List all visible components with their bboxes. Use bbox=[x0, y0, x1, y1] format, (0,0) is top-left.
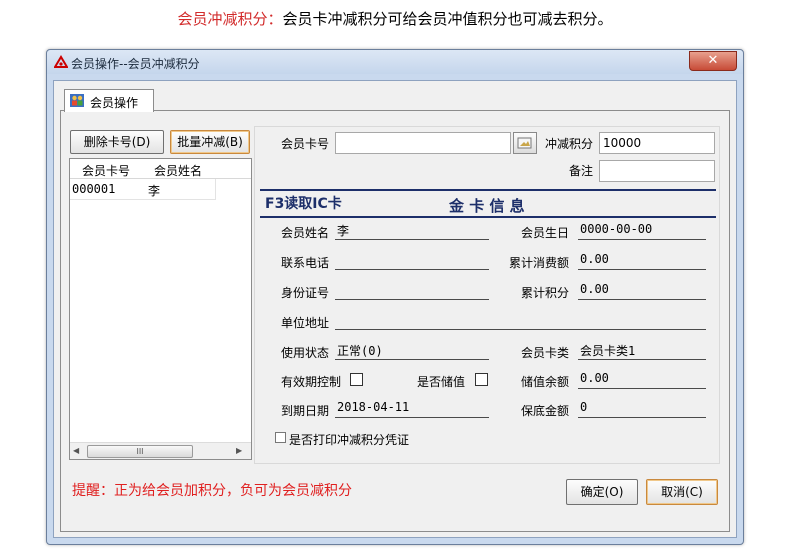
address-value bbox=[335, 312, 706, 330]
window-client-area: 会员操作 删除卡号(D) 批量冲减(B) 会员卡号 会员姓名 000001 李 … bbox=[53, 80, 737, 538]
birthday-label: 会员生日 bbox=[521, 226, 570, 240]
divider-top bbox=[260, 189, 716, 191]
divider-bottom bbox=[260, 216, 716, 218]
birthday-value: 0000-00-00 bbox=[578, 222, 706, 240]
total-spend-label: 累计消费额 bbox=[509, 256, 570, 270]
title-bar[interactable]: 会员操作--会员冲减积分 ✕ bbox=[47, 50, 743, 74]
table-row[interactable]: 000001 李 bbox=[70, 179, 216, 200]
expiry-date-label: 到期日期 bbox=[281, 404, 330, 418]
member-name-value: 李 bbox=[335, 222, 489, 240]
scroll-thumb[interactable]: III bbox=[87, 445, 193, 458]
status-label: 使用状态 bbox=[281, 346, 330, 360]
validity-control-checkbox[interactable] bbox=[350, 373, 363, 386]
member-name-label: 会员姓名 bbox=[281, 226, 330, 240]
phone-value bbox=[335, 252, 489, 270]
remark-label: 备注 bbox=[569, 164, 594, 178]
deduct-points-label: 冲减积分 bbox=[545, 137, 594, 151]
member-dialog-window: 会员操作--会员冲减积分 ✕ 会员操作 删除卡号(D) 批量冲减(B) 会员卡号… bbox=[46, 49, 744, 545]
address-label: 单位地址 bbox=[281, 316, 330, 330]
tab-panel: 删除卡号(D) 批量冲减(B) 会员卡号 会员姓名 000001 李 ◀ III… bbox=[60, 110, 730, 532]
page-caption: 会员冲减积分：会员卡冲减积分可给会员冲值积分也可减去积分。 bbox=[0, 8, 790, 29]
cancel-button[interactable]: 取消(C) bbox=[646, 479, 718, 505]
remark-input[interactable] bbox=[599, 160, 715, 182]
id-number-label: 身份证号 bbox=[281, 286, 330, 300]
min-balance-value: 0 bbox=[578, 400, 706, 418]
card-type-label: 会员卡类 bbox=[521, 346, 570, 360]
balance-value: 0.00 bbox=[578, 371, 706, 389]
card-type-value: 会员卡类1 bbox=[578, 342, 706, 360]
tab-member-operation[interactable]: 会员操作 bbox=[64, 89, 154, 112]
balance-label: 储值余额 bbox=[521, 375, 570, 389]
card-info-title: 金 卡 信 息 bbox=[449, 197, 525, 215]
total-points-value: 0.00 bbox=[578, 282, 706, 300]
column-header-name[interactable]: 会员姓名 bbox=[154, 162, 202, 179]
print-voucher-checkbox[interactable] bbox=[275, 432, 286, 443]
expiry-date-value: 2018-04-11 bbox=[335, 400, 489, 418]
status-value: 正常(0) bbox=[335, 342, 489, 360]
stored-value-label: 是否储值 bbox=[417, 375, 466, 389]
phone-label: 联系电话 bbox=[281, 256, 330, 270]
stored-value-checkbox[interactable] bbox=[475, 373, 488, 386]
scroll-right-icon[interactable]: ▶ bbox=[236, 446, 242, 455]
caption-text: 会员卡冲减积分可给会员冲值积分也可减去积分。 bbox=[282, 10, 613, 28]
batch-deduct-button[interactable]: 批量冲减(B) bbox=[170, 130, 250, 154]
tab-label: 会员操作 bbox=[90, 96, 139, 110]
app-logo-icon bbox=[53, 55, 69, 69]
browse-icon bbox=[517, 137, 532, 149]
card-info-panel: 会员卡号 冲减积分 10000 备注 F3读取IC卡 金 卡 信 息 会员姓名 … bbox=[254, 126, 720, 464]
total-spend-value: 0.00 bbox=[578, 252, 706, 270]
min-balance-label: 保底金额 bbox=[521, 404, 570, 418]
scroll-left-icon[interactable]: ◀ bbox=[73, 446, 79, 455]
column-header-card[interactable]: 会员卡号 bbox=[82, 162, 130, 179]
row-member-name: 李 bbox=[148, 184, 161, 198]
tip-text: 提醒：正为给会员加积分，负可为会员减积分 bbox=[72, 483, 352, 499]
total-points-label: 累计积分 bbox=[521, 286, 570, 300]
caption-highlight: 会员冲减积分： bbox=[177, 10, 283, 28]
id-number-value bbox=[335, 282, 489, 300]
card-no-label: 会员卡号 bbox=[281, 137, 330, 151]
f3-read-ic-card[interactable]: F3读取IC卡 bbox=[265, 193, 342, 213]
list-header: 会员卡号 会员姓名 bbox=[70, 159, 251, 179]
deduct-points-input[interactable]: 10000 bbox=[599, 132, 715, 154]
browse-card-button[interactable] bbox=[513, 132, 537, 154]
members-icon bbox=[70, 94, 84, 107]
validity-control-label: 有效期控制 bbox=[281, 375, 342, 389]
window-title: 会员操作--会员冲减积分 bbox=[71, 57, 200, 71]
horizontal-scrollbar[interactable]: ◀ III ▶ bbox=[70, 442, 251, 459]
print-voucher-label[interactable]: 是否打印冲减积分凭证 bbox=[289, 431, 409, 448]
close-button[interactable]: ✕ bbox=[689, 51, 737, 71]
ok-button[interactable]: 确定(O) bbox=[566, 479, 638, 505]
delete-card-button[interactable]: 删除卡号(D) bbox=[70, 130, 164, 154]
member-card-list[interactable]: 会员卡号 会员姓名 000001 李 ◀ III ▶ bbox=[69, 158, 252, 460]
card-no-input[interactable] bbox=[335, 132, 511, 154]
row-card-no: 000001 bbox=[72, 182, 116, 196]
